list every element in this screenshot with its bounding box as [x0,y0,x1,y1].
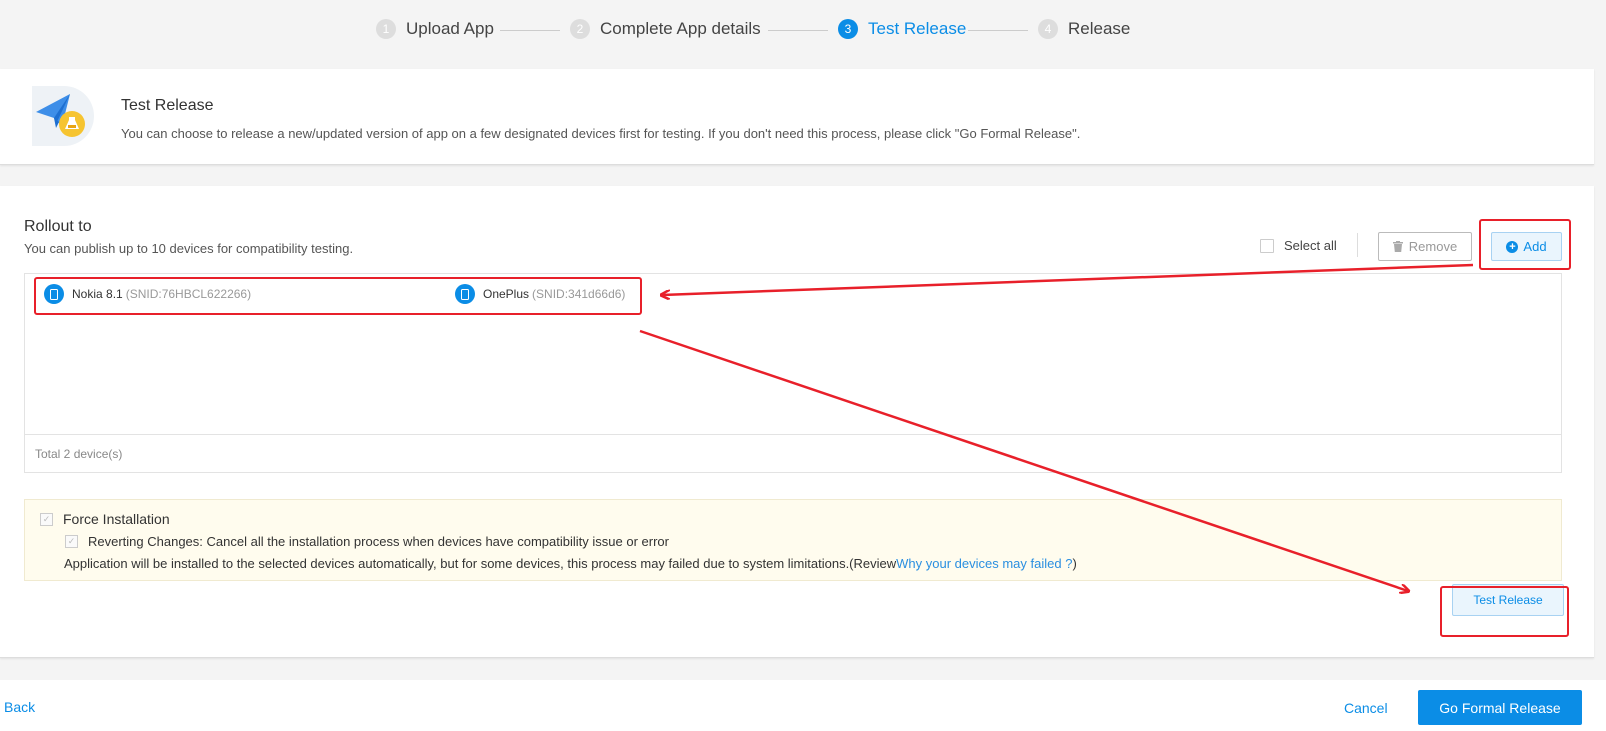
device-total: Total 2 device(s) [25,434,1561,473]
force-note-text: Application will be installed to the sel… [64,556,897,571]
info-description: You can choose to release a new/updated … [121,126,1081,141]
rollout-panel: Rollout to You can publish up to 10 devi… [0,186,1594,658]
step-test-release: 3 Test Release [838,19,966,39]
step-upload-app: 1 Upload App [376,19,494,39]
back-link[interactable]: Back [4,699,35,715]
step-connector [768,30,828,31]
cancel-link[interactable]: Cancel [1344,700,1388,716]
select-all-label: Select all [1284,238,1337,253]
rollout-subtitle: You can publish up to 10 devices for com… [24,241,354,256]
info-title: Test Release [121,97,214,114]
step-label: Complete App details [600,19,761,38]
step-number: 2 [570,19,590,39]
step-label: Upload App [406,19,494,38]
remove-label: Remove [1408,239,1458,254]
go-formal-release-button[interactable]: Go Formal Release [1418,690,1582,725]
why-devices-fail-link[interactable]: Why your devices may failed ? [896,556,1072,571]
force-installation-notice: ✓ Force Installation ✓ Reverting Changes… [24,499,1562,581]
bottom-action-bar: Back Cancel Go Formal Release [0,680,1606,731]
step-complete-app-details: 2 Complete App details [570,19,761,39]
force-note: Application will be installed to the sel… [64,556,1077,571]
select-all-checkbox[interactable]: Select all [1260,238,1337,253]
test-release-info-panel: Test Release You can choose to release a… [0,69,1594,165]
divider [1357,233,1358,257]
highlight-add-button [1479,219,1571,270]
step-number: 3 [838,19,858,39]
reverting-changes-checkbox[interactable]: ✓ Reverting Changes: Cancel all the inst… [65,534,669,549]
reverting-changes-label: Reverting Changes: Cancel all the instal… [88,534,669,549]
trash-icon [1392,241,1403,252]
rollout-title: Rollout to [24,218,92,235]
remove-button[interactable]: Remove [1378,232,1472,261]
step-connector [968,30,1028,31]
checkmark-icon[interactable]: ✓ [40,512,53,526]
force-installation-checkbox[interactable]: ✓ Force Installation [40,511,170,527]
highlight-test-release-button [1440,586,1569,637]
highlight-device-list [34,277,642,315]
checkmark-icon[interactable]: ✓ [65,535,78,548]
progress-stepper: 1 Upload App 2 Complete App details 3 Te… [0,0,1606,60]
step-label: Test Release [868,19,967,38]
step-number: 4 [1038,19,1058,39]
step-label: Release [1068,19,1131,38]
force-installation-label: Force Installation [63,511,170,527]
step-connector [500,30,560,31]
force-note-suffix: ) [1072,556,1077,571]
checkbox-icon[interactable] [1260,238,1274,253]
step-release: 4 Release [1038,19,1130,39]
step-number: 1 [376,19,396,39]
paper-plane-flask-icon [24,86,101,146]
